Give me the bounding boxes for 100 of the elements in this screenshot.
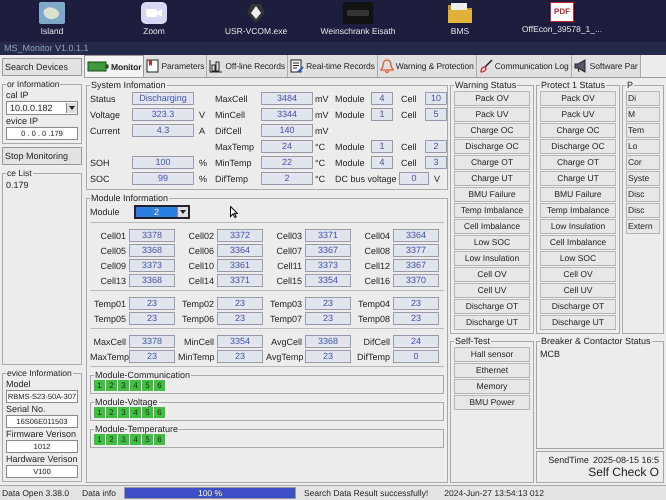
document-pen-icon	[290, 59, 304, 73]
battery-icon	[87, 61, 109, 72]
module-status-indicator: 3	[118, 380, 129, 391]
bell-icon	[380, 59, 394, 73]
temp-label: Temp06	[180, 314, 214, 324]
megaphone-icon	[574, 59, 588, 73]
group-title: Self-Test	[454, 336, 492, 346]
field-label: MaxTemp	[215, 142, 256, 152]
value-field: 23	[305, 350, 351, 363]
status-indicator: Cell Imbalance	[454, 219, 530, 234]
status-indicator: M	[626, 107, 660, 122]
temp-label: Temp01	[92, 298, 126, 308]
module-status-indicator: 3	[118, 434, 129, 445]
module-status-indicator: 6	[154, 434, 165, 445]
unit-label: mV	[315, 126, 329, 136]
timestamp: 2024-Jun-27 13:54:13 012	[444, 488, 544, 498]
field-label: Module	[335, 110, 366, 120]
desktop-icon-label[interactable]: OffEcon_39578_1_...	[522, 24, 602, 34]
value-field: Discharging	[132, 92, 194, 105]
field-label: SOC	[90, 174, 111, 184]
unit-label: mV	[315, 94, 329, 104]
module-status-indicator: 2	[106, 380, 117, 391]
value-field: 140	[261, 124, 313, 137]
local-ip-dropdown[interactable]: 10.0.0.182	[6, 101, 78, 115]
status-indicator: Charge OC	[454, 123, 530, 138]
status-indicator: BMU Failure	[540, 187, 616, 202]
value-field: 2	[425, 140, 447, 153]
value-field: 3364	[217, 244, 263, 257]
value-field: 24	[261, 140, 313, 153]
desktop-icon-label[interactable]: USR-VCOM.exe	[224, 26, 288, 36]
status-indicator: BMU Failure	[454, 187, 530, 202]
tab[interactable]: Warning & Protection	[378, 55, 477, 77]
stat-label: MaxCell	[92, 336, 126, 346]
unit-label: mV	[315, 110, 329, 120]
book-icon	[146, 59, 160, 73]
field-label: MinCell	[215, 110, 246, 120]
field-label: Module	[335, 94, 366, 104]
video-camera-icon	[141, 2, 167, 24]
tab[interactable]: Parameters	[144, 55, 208, 77]
field-label: Cell	[401, 158, 418, 168]
value-field: 23	[129, 312, 175, 325]
status-indicator: Charge UT	[454, 171, 530, 186]
cell-label: Cell05	[99, 246, 126, 256]
temp-label: Temp08	[356, 314, 390, 324]
stat-label: AvgTemp	[266, 352, 302, 362]
module-status-indicator: 6	[154, 380, 165, 391]
value-field: 3378	[129, 335, 175, 348]
value-field: 4.3	[132, 124, 194, 137]
tab[interactable]: Off-line Records	[207, 55, 288, 77]
field-label: Serial No.	[6, 404, 47, 414]
temp-label: Temp02	[180, 298, 214, 308]
value-field: 24	[393, 335, 439, 348]
search-devices-button[interactable]: Search Devices	[2, 58, 82, 76]
tab[interactable]: Communication Log	[476, 55, 572, 77]
status-indicator: Disc	[626, 187, 660, 202]
tab[interactable]: Real-time Records	[288, 55, 378, 77]
version-text: Data Open 3.38.0	[2, 488, 70, 498]
field-label: MaxCell	[215, 94, 249, 104]
value-field: 23	[393, 297, 439, 310]
desktop-icon-label[interactable]: BMS	[450, 26, 470, 36]
cell-label: Cell16	[363, 276, 390, 286]
group-title: Module-Communication	[94, 370, 192, 380]
unit-label: °C	[315, 142, 326, 152]
tab[interactable]: Monitor	[84, 55, 144, 77]
status-indicator: Discharge OT	[540, 299, 616, 314]
desktop-icon-label[interactable]: Island	[40, 26, 64, 36]
group-title: Module Information	[90, 193, 170, 203]
module-status-indicator: 4	[130, 434, 141, 445]
value-field: 3370	[393, 274, 439, 287]
unit-label: °C	[315, 158, 326, 168]
status-indicator: Cell OV	[540, 267, 616, 282]
field-label: SOH	[90, 158, 111, 168]
group-title: Protect 1 Status	[540, 80, 606, 90]
status-indicator: Disc	[626, 203, 660, 218]
status-indicator: Low Insulation	[454, 251, 530, 266]
value-field: 3371	[217, 274, 263, 287]
desktop-icon-label[interactable]: Zoom	[143, 26, 165, 36]
field-label: MinTemp	[215, 158, 253, 168]
cell-label: Cell13	[99, 276, 126, 286]
group-title: P	[626, 80, 634, 90]
status-indicator: Cell Imbalance	[540, 235, 616, 250]
group-title: System Infomation	[90, 80, 167, 90]
temp-label: Temp05	[92, 314, 126, 324]
status-indicator: Ethernet	[454, 363, 530, 378]
status-indicator: Hall sensor	[454, 347, 530, 362]
desktop-icon-label[interactable]: Weinschrank Eisath	[320, 26, 396, 36]
stop-monitoring-button[interactable]: Stop Monitoring	[2, 147, 82, 165]
tab[interactable]: Software Par	[572, 55, 641, 77]
value-field: 3354	[305, 274, 351, 287]
module-dropdown[interactable]: 2	[134, 205, 190, 219]
cell-label: Cell14	[187, 276, 214, 286]
field-label: Status	[90, 94, 117, 104]
value-field: 2	[261, 172, 313, 185]
status-indicator: Lo	[626, 139, 660, 154]
cell-label: Cell07	[275, 246, 302, 256]
cell-label: Cell15	[275, 276, 302, 286]
value-field: 3378	[129, 229, 175, 242]
value-field: 3344	[261, 108, 313, 121]
device-list-item[interactable]: 0.179	[6, 179, 78, 191]
module-status-indicator: 2	[106, 434, 117, 445]
